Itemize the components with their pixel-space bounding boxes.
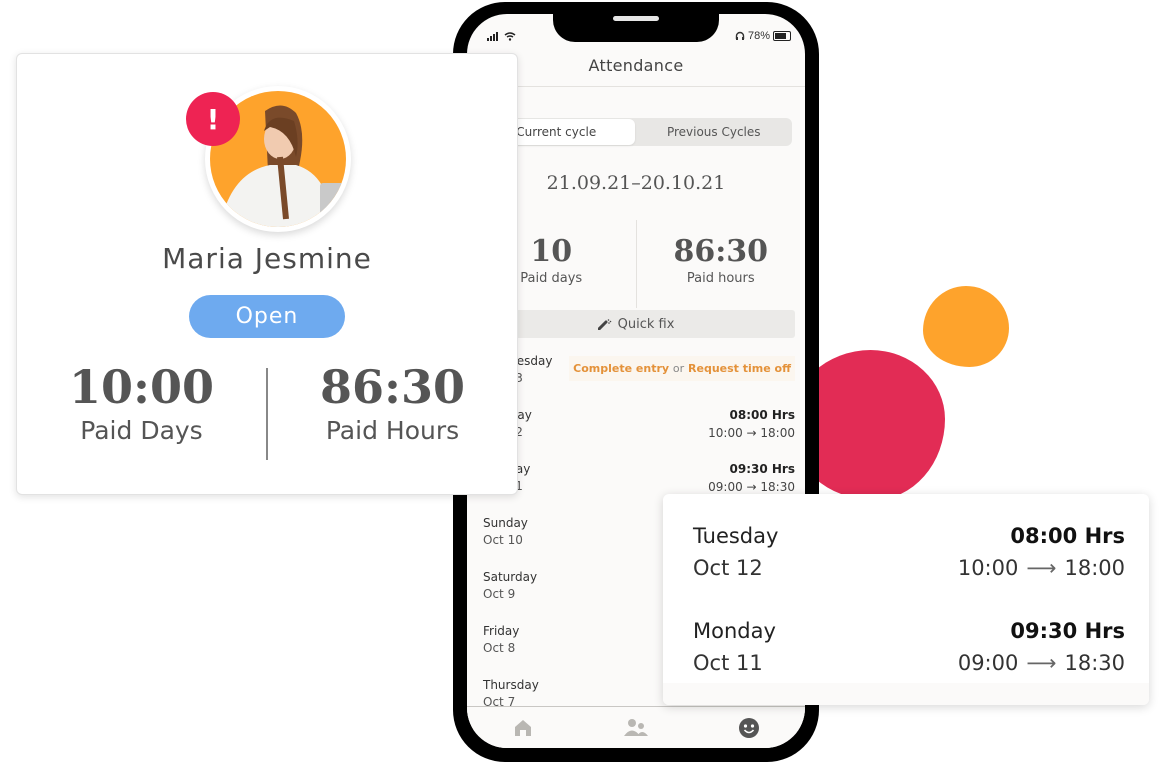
- day-name: Sunday: [483, 516, 528, 530]
- day-date: Oct 9: [483, 587, 516, 601]
- or-label: or: [672, 362, 685, 375]
- magic-wand-icon: [597, 319, 611, 330]
- employee-name: Maria Jesmine: [162, 242, 372, 275]
- day-name: Tuesday: [693, 524, 779, 548]
- day-name: Friday: [483, 624, 520, 638]
- speaker: [613, 16, 659, 21]
- arrow-right-icon: ⟶: [1026, 651, 1057, 675]
- start-time: 10:00: [708, 426, 743, 440]
- cycle-tabs: Current cycle Previous Cycles: [477, 118, 792, 146]
- paid-hours-stat: 86:30 Paid Hours: [268, 364, 517, 464]
- quick-fix-button[interactable]: Quick fix: [477, 310, 795, 338]
- end-time: 18:00: [760, 426, 795, 440]
- complete-entry-link[interactable]: Complete entry: [573, 362, 669, 375]
- decorative-orange-blob: [923, 286, 1009, 367]
- wifi-icon: [504, 32, 516, 41]
- alert-badge: !: [186, 92, 240, 146]
- employee-profile-card: ! Maria Jesmine Open 10:00 Paid Days 86:…: [16, 53, 518, 495]
- paid-hours-label: Paid hours: [686, 271, 755, 286]
- start-time: 10:00: [957, 556, 1019, 580]
- time-range: 10:00 ⟶ 18:00: [958, 556, 1125, 580]
- battery-percent: 78%: [747, 30, 770, 42]
- profile-stats: 10:00 Paid Days 86:30 Paid Hours: [17, 364, 517, 464]
- paid-days-label: Paid Days: [80, 416, 203, 445]
- time-range: 09:00 → 18:30: [708, 480, 795, 494]
- status-bar-left: [487, 32, 516, 41]
- card-footer: [663, 683, 1149, 705]
- day-date: Oct 8: [483, 641, 516, 655]
- hours-worked: 08:00 Hrs: [729, 408, 795, 422]
- request-time-off-link[interactable]: Request time off: [688, 362, 791, 375]
- tab-previous-cycles[interactable]: Previous Cycles: [636, 118, 793, 146]
- paid-days-value: 10:00: [68, 360, 214, 414]
- day-name: Saturday: [483, 570, 538, 584]
- status-bar-right: 78%: [735, 30, 791, 42]
- bottom-nav: [467, 707, 805, 748]
- attendance-detail-card: Tuesday Oct 12 08:00 Hrs 10:00 ⟶ 18:00 Mond…: [663, 494, 1149, 705]
- nav-people[interactable]: [623, 717, 649, 739]
- end-time: 18:00: [1064, 556, 1125, 580]
- paid-hours-value: 86:30: [673, 234, 769, 269]
- day-date: Oct 10: [483, 533, 523, 547]
- hours-worked: 09:30 Hrs: [729, 462, 795, 476]
- people-icon: [623, 718, 648, 736]
- end-time: 18:30: [1064, 651, 1125, 675]
- start-time: 09:00: [957, 651, 1019, 675]
- list-item[interactable]: WednesdayOct 13 Complete entry or Reques…: [483, 354, 795, 408]
- headphones-icon: [735, 31, 745, 40]
- list-item[interactable]: TuesdayOct 12 08:00 Hrs10:00 → 18:00: [483, 408, 795, 462]
- day-name: Thursday: [483, 678, 539, 692]
- paid-hours-value: 86:30: [319, 360, 465, 414]
- arrow-right-icon: ⟶: [1026, 556, 1057, 580]
- day-date: Oct 11: [693, 651, 763, 675]
- phone-notch: [553, 14, 719, 42]
- paid-hours-label: Paid Hours: [325, 416, 460, 445]
- quick-fix-label: Quick fix: [617, 316, 675, 332]
- nav-home[interactable]: [510, 717, 536, 739]
- paid-days-stat: 10:00 Paid Days: [17, 364, 266, 464]
- hours-worked: 08:00 Hrs: [1010, 524, 1125, 548]
- paid-hours-stat: 86:30 Paid hours: [637, 220, 806, 308]
- time-range: 10:00 → 18:00: [708, 426, 795, 440]
- open-button[interactable]: Open: [189, 295, 345, 338]
- time-range: 09:00 ⟶ 18:30: [958, 651, 1125, 675]
- missing-entry-actions: Complete entry or Request time off: [569, 356, 795, 381]
- battery-icon: [773, 31, 791, 41]
- smiley-icon: [738, 717, 759, 738]
- list-item[interactable]: Tuesday Oct 12 08:00 Hrs 10:00 ⟶ 18:00: [693, 524, 1125, 594]
- day-name: Monday: [693, 619, 776, 643]
- list-item[interactable]: Monday Oct 11 09:30 Hrs 09:00 ⟶ 18:30: [693, 619, 1125, 689]
- day-date: Oct 12: [693, 556, 763, 580]
- start-time: 09:00: [708, 480, 743, 494]
- nav-profile[interactable]: [736, 717, 762, 739]
- home-icon: [515, 719, 532, 736]
- hours-worked: 09:30 Hrs: [1010, 619, 1125, 643]
- signal-icon: [487, 32, 498, 41]
- end-time: 18:30: [760, 480, 795, 494]
